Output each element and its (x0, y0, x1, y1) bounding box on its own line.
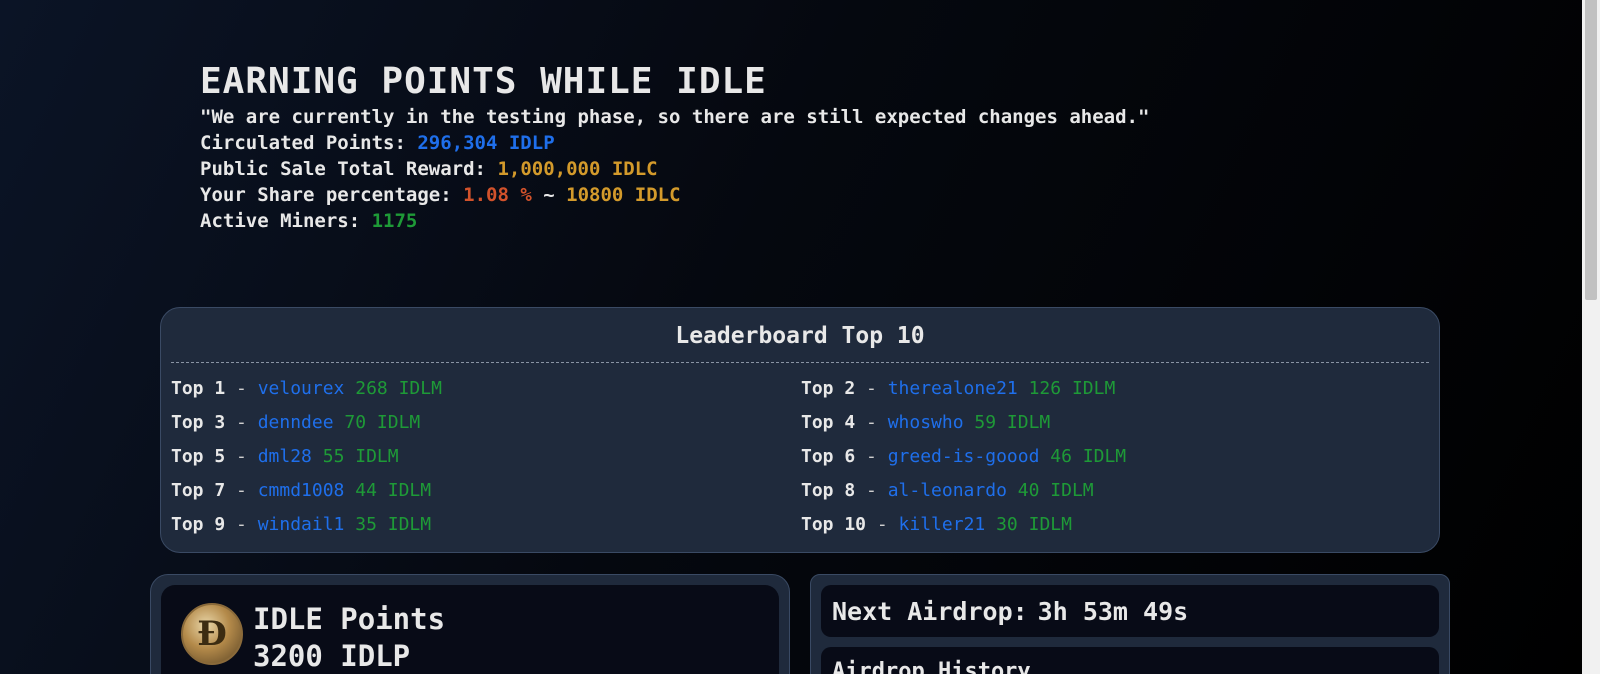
idle-points-card: Ð IDLE Points 3200 IDLP (150, 574, 790, 674)
separator: - (225, 480, 258, 501)
points-value: 35 IDLM (355, 514, 432, 535)
username-link[interactable]: windail1 (258, 514, 345, 535)
leaderboard-entry: Top 6 - greed-is-goood 46 IDLM (801, 440, 1431, 474)
points-value: 55 IDLM (322, 446, 399, 467)
leaderboard-entry: Top 7 - cmmd1008 44 IDLM (171, 474, 801, 508)
share-percent: 1.08 % (463, 184, 532, 206)
leaderboard-entry: Top 8 - al-leonardo 40 IDLM (801, 474, 1431, 508)
next-airdrop-label: Next Airdrop: (832, 596, 1028, 626)
scrollbar-thumb[interactable] (1585, 0, 1597, 300)
points-value: 126 IDLM (1028, 378, 1116, 399)
leaderboard-entry: Top 4 - whoswho 59 IDLM (801, 406, 1431, 440)
share-approx: ~ (543, 184, 555, 206)
rank-label: Top 7 (171, 480, 226, 501)
points-value: 59 IDLM (974, 412, 1051, 433)
leaderboard-entry: Top 2 - therealone21 126 IDLM (801, 372, 1431, 406)
idle-points-title: IDLE Points (253, 602, 446, 636)
share-label: Your Share percentage: (200, 184, 452, 206)
points-value: 46 IDLM (1050, 446, 1127, 467)
circulated-points-row: Circulated Points: 296,304 IDLP (200, 130, 1149, 156)
next-airdrop-countdown: 3h 53m 49s (1037, 596, 1189, 626)
separator: - (225, 446, 258, 467)
active-miners-value: 1175 (371, 210, 418, 232)
circulated-points-label: Circulated Points: (200, 132, 406, 154)
share-value: 10800 IDLC (566, 184, 681, 206)
username-link[interactable]: dml28 (258, 446, 312, 467)
username-link[interactable]: denndee (258, 412, 334, 433)
points-value: 30 IDLM (996, 514, 1072, 535)
leaderboard-title: Leaderboard Top 10 (171, 320, 1429, 363)
idle-points-text: IDLE Points 3200 IDLP (253, 601, 445, 674)
share-row: Your Share percentage: 1.08 % ~ 10800 ID… (200, 182, 1149, 208)
rank-label: Top 5 (171, 446, 226, 467)
leaderboard-panel: Leaderboard Top 10 Top 1 - velourex 268 … (160, 307, 1440, 553)
separator: - (866, 514, 899, 535)
separator: - (225, 378, 258, 399)
rank-label: Top 8 (801, 480, 856, 501)
airdrop-history-box[interactable]: Airdrop History (821, 647, 1439, 674)
testing-notice: "We are currently in the testing phase, … (200, 106, 1150, 128)
active-miners-row: Active Miners: 1175 (200, 208, 1149, 234)
username-link[interactable]: al-leonardo (888, 480, 1007, 501)
leaderboard-entry: Top 5 - dml28 55 IDLM (171, 440, 801, 474)
circulated-points-value: 296,304 IDLP (417, 132, 555, 154)
page-title: EARNING POINTS WHILE IDLE (200, 61, 767, 102)
coin-icon: Ð (181, 603, 243, 665)
leaderboard-entry: Top 1 - velourex 268 IDLM (171, 372, 801, 406)
leaderboard-list: Top 1 - velourex 268 IDLM Top 2 - therea… (171, 372, 1429, 542)
rank-label: Top 9 (171, 514, 226, 535)
separator: - (855, 480, 888, 501)
rank-label: Top 10 (801, 514, 867, 535)
username-link[interactable]: cmmd1008 (258, 480, 345, 501)
public-sale-row: Public Sale Total Reward: 1,000,000 IDLC (200, 156, 1149, 182)
header: EARNING POINTS WHILE IDLE "We are curren… (200, 60, 1149, 234)
separator: - (225, 412, 258, 433)
points-value: 70 IDLM (344, 412, 421, 433)
username-link[interactable]: killer21 (899, 514, 986, 535)
next-airdrop-box: Next Airdrop: 3h 53m 49s (821, 585, 1439, 637)
leaderboard-entry: Top 9 - windail1 35 IDLM (171, 508, 801, 542)
public-sale-value: 1,000,000 IDLC (497, 158, 658, 180)
separator: - (855, 446, 888, 467)
idle-points-value: 3200 IDLP (253, 639, 411, 673)
username-link[interactable]: greed-is-goood (888, 446, 1040, 467)
separator: - (225, 514, 258, 535)
page: EARNING POINTS WHILE IDLE "We are curren… (0, 0, 1600, 674)
rank-label: Top 4 (801, 412, 856, 433)
public-sale-label: Public Sale Total Reward: (200, 158, 486, 180)
username-link[interactable]: whoswho (888, 412, 964, 433)
rank-label: Top 2 (801, 378, 856, 399)
username-link[interactable]: velourex (258, 378, 345, 399)
scrollbar[interactable] (1582, 0, 1600, 674)
separator: - (855, 378, 888, 399)
rank-label: Top 3 (171, 412, 226, 433)
active-miners-label: Active Miners: (200, 210, 361, 232)
leaderboard-entry: Top 10 - killer21 30 IDLM (801, 508, 1431, 542)
idle-points-inner: Ð IDLE Points 3200 IDLP (161, 585, 779, 674)
separator: - (855, 412, 888, 433)
points-value: 44 IDLM (355, 480, 432, 501)
airdrop-history-title: Airdrop History (832, 659, 1031, 674)
username-link[interactable]: therealone21 (888, 378, 1018, 399)
airdrop-card: Next Airdrop: 3h 53m 49s Airdrop History (810, 574, 1450, 674)
rank-label: Top 6 (801, 446, 856, 467)
leaderboard-entry: Top 3 - denndee 70 IDLM (171, 406, 801, 440)
rank-label: Top 1 (171, 378, 226, 399)
points-value: 268 IDLM (355, 378, 442, 399)
points-value: 40 IDLM (1017, 480, 1094, 501)
